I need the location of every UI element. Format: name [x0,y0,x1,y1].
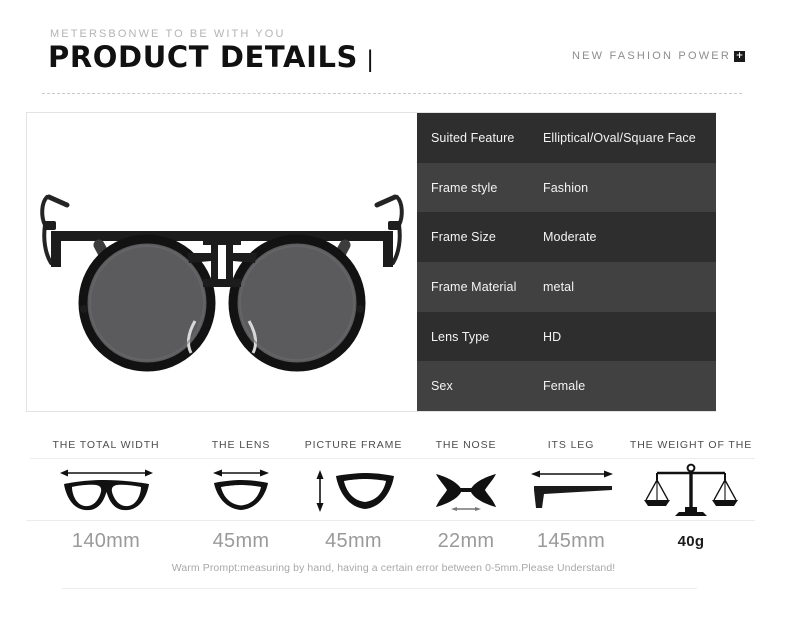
temple-arm-length-icon [521,458,621,520]
divider-under-labels [30,458,755,459]
spec-key: Frame Size [431,230,496,245]
spec-value: metal [543,279,575,294]
divider-under-icons [26,520,755,521]
spec-value: Fashion [543,180,589,195]
bottom-divider [62,588,697,589]
measurement-icon-row [26,458,761,520]
measurement-label: THE NOSE [435,439,497,451]
table-row: Frame Material metal [417,262,716,312]
balance-scale-icon [621,458,761,520]
spec-key: Frame style [431,180,498,195]
measurement-value: 22mm [437,529,495,552]
plus-icon: + [734,50,745,62]
lens-height-icon [296,458,411,520]
glasses-total-width-icon [26,458,186,520]
spec-key: Suited Feature [431,130,515,145]
title-divider-bar: | [367,46,374,73]
measurement-value: 40g [677,532,705,550]
measurement-value: 45mm [212,529,270,552]
measurement-value: 45mm [325,529,382,552]
measurement-label: ITS LEG [547,439,595,451]
warm-prompt-text: Warm Prompt:measuring by hand, having a … [171,562,616,574]
spec-value: HD [543,329,562,344]
header-dashed-divider [42,93,742,94]
table-row: Lens Type HD [417,311,716,362]
spec-value: Moderate [543,230,597,245]
table-row: Sex Female [417,361,716,412]
measurement-section: THE TOTAL WIDTH THE LENS PICTURE FRAME T… [26,432,761,562]
page-title: PRODUCT DETAILS | [48,40,373,74]
spec-key: Lens Type [431,329,490,344]
measurement-label-row: THE TOTAL WIDTH THE LENS PICTURE FRAME T… [26,432,761,458]
main-content-panel: Suited Feature Elliptical/Oval/Square Fa… [26,112,716,412]
measurement-value-row: 140mm 45mm 45mm 22mm 145mm 40g [26,520,761,562]
product-details-page: METERSBONWE TO BE WITH YOU PRODUCT DETAI… [0,0,787,636]
sunglasses-illustration [27,113,417,411]
lens-width-icon [186,458,296,520]
nose-bridge-icon [411,458,521,520]
measurement-label: THE LENS [211,439,271,451]
product-image [27,113,417,411]
brand-kicker: METERSBONWE TO BE WITH YOU [50,28,286,40]
spec-value: Female [543,379,586,394]
page-title-text: PRODUCT DETAILS [48,40,359,74]
spec-value: Elliptical/Oval/Square Face [543,130,696,145]
table-row: Suited Feature Elliptical/Oval/Square Fa… [417,113,716,163]
header-tagline-text: NEW FASHION POWER [571,50,731,62]
measurement-value: 145mm [536,529,606,552]
measurement-label: THE WEIGHT OF THE [629,439,753,451]
spec-key: Frame Material [431,279,517,294]
measurement-value: 140mm [71,529,141,552]
measurement-label: PICTURE FRAME [304,439,403,451]
table-row: Frame style Fashion [417,162,716,213]
measurement-label: THE TOTAL WIDTH [52,439,160,451]
table-row: Frame Size Moderate [417,212,716,263]
page-header: METERSBONWE TO BE WITH YOU PRODUCT DETAI… [0,0,787,100]
specification-table: Suited Feature Elliptical/Oval/Square Fa… [417,113,716,412]
spec-key: Sex [431,379,453,394]
header-tagline: NEW FASHION POWER + [572,50,745,62]
